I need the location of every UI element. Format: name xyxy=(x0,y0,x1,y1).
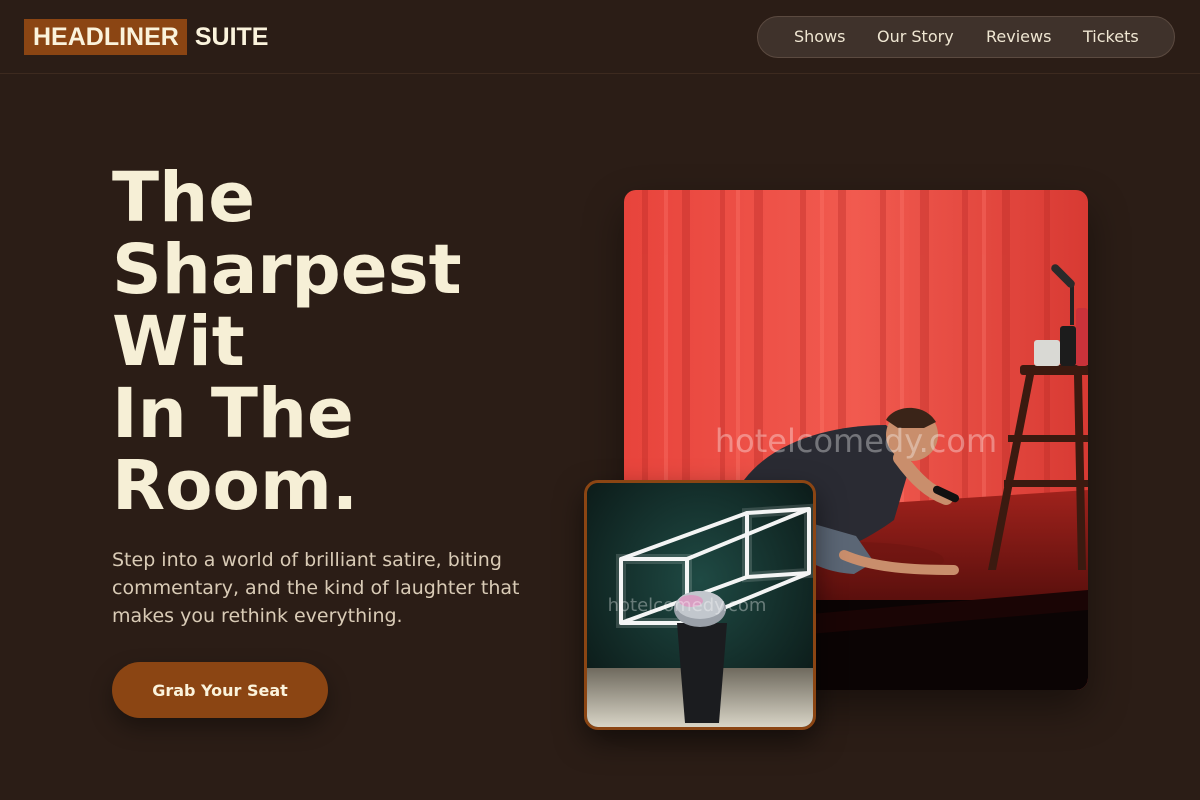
hero-title-line: In The xyxy=(112,374,354,454)
nav-link-reviews[interactable]: Reviews xyxy=(986,17,1051,57)
neon-microphone-photo: hotelcomedy.com xyxy=(584,480,816,730)
logo[interactable]: HEADLINER SUITE xyxy=(24,19,268,55)
nav-link-our-story[interactable]: Our Story xyxy=(877,17,954,57)
logo-highlight: HEADLINER xyxy=(24,19,187,55)
hero-subtitle: Step into a world of brilliant satire, b… xyxy=(112,549,520,627)
nav-link-shows[interactable]: Shows xyxy=(794,17,846,57)
grab-seat-button[interactable]: Grab Your Seat xyxy=(112,662,328,718)
hero-title-line: Wit xyxy=(112,302,245,382)
site-header: HEADLINER SUITE Shows Our Story Reviews … xyxy=(0,0,1200,74)
watermark-text: hotelcomedy.com xyxy=(715,422,997,460)
hero-title-line: Sharpest xyxy=(112,230,462,310)
nav-link-tickets[interactable]: Tickets xyxy=(1083,17,1139,57)
hero-title-line: Room. xyxy=(112,446,359,526)
hero-title-line: The xyxy=(112,158,255,238)
watermark-text: hotelcomedy.com xyxy=(608,595,767,616)
main-nav: Shows Our Story Reviews Tickets xyxy=(757,16,1175,58)
logo-text: SUITE xyxy=(194,22,269,51)
hero-title: The Sharpest Wit In The Room. xyxy=(112,162,552,522)
